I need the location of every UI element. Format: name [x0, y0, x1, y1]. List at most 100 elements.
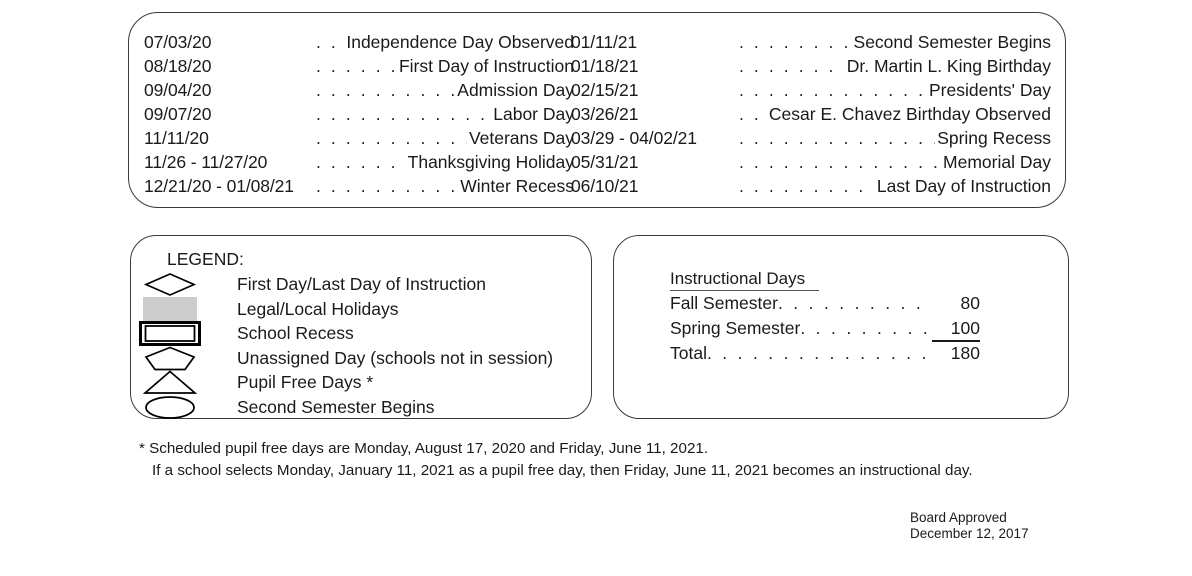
pentagon-icon — [137, 346, 209, 371]
legend-title: LEGEND: — [167, 249, 244, 269]
days-row-value: 100 — [932, 318, 980, 342]
holiday-row: 08/18/20 First Day of Instruction — [144, 56, 574, 80]
instructional-days-table: Instructional Days Fall Semester 80 Spri… — [670, 269, 980, 368]
holiday-date: 06/10/21 — [571, 176, 639, 196]
legend-item-label: First Day/Last Day of Instruction — [237, 274, 486, 294]
footnote-school-selection: If a school selects Monday, January 11, … — [152, 462, 973, 479]
dot-leader — [316, 104, 491, 125]
legend-item-legal-local-holidays: Legal/Local Holidays — [131, 296, 591, 322]
holiday-row: 06/10/21 Last Day of Instruction — [571, 176, 1051, 200]
holiday-row: 01/18/21 Dr. Martin L. King Birthday — [571, 56, 1051, 80]
days-row-value: 80 — [960, 293, 980, 313]
legend-item-label: Legal/Local Holidays — [237, 298, 399, 319]
diamond-icon — [137, 272, 209, 297]
days-row-value: 180 — [950, 343, 980, 363]
days-row-label: Total — [670, 343, 707, 363]
holiday-date: 02/15/21 — [571, 80, 639, 100]
days-row-label: Fall Semester — [670, 293, 778, 313]
dot-leader — [739, 152, 941, 173]
footnotes: * Scheduled pupil free days are Monday, … — [139, 438, 973, 482]
legend-item-pupil-free-days: Pupil Free Days * — [131, 370, 591, 395]
holiday-date: 12/21/20 - 01/08/21 — [144, 176, 294, 196]
legend-item-label: Unassigned Day (schools not in session) — [237, 347, 554, 368]
dot-leader — [739, 80, 927, 101]
legend-item-label: Second Semester Begins — [237, 396, 435, 417]
holiday-label: Dr. Martin L. King Birthday — [846, 56, 1051, 76]
holiday-label: Veterans Day — [468, 128, 574, 148]
footnote-pupil-free-days: * Scheduled pupil free days are Monday, … — [139, 440, 709, 457]
holiday-date: 09/07/20 — [144, 104, 212, 124]
dot-leader — [316, 176, 458, 197]
days-row-label: Spring Semester — [670, 318, 801, 338]
legend-panel: LEGEND: First Day/Last Day of Instructio… — [130, 235, 592, 419]
legend-item-label: Pupil Free Days * — [237, 372, 374, 392]
dot-leader — [739, 176, 875, 197]
holiday-row: 07/03/20 Independence Day Observed — [144, 32, 574, 56]
holiday-label: Second Semester Begins — [853, 32, 1051, 52]
board-approval-block: Board Approved December 12, 2017 — [910, 510, 1029, 541]
dot-leader — [707, 343, 932, 364]
legend-item-unassigned-day: Unassigned Day (schools not in session) — [131, 346, 591, 371]
holiday-label: Winter Recess — [460, 176, 574, 196]
holiday-row: 11/26 - 11/27/20 Thanksgiving Holiday — [144, 152, 574, 176]
dot-leader — [316, 56, 397, 77]
legend-item-second-semester-begins: Second Semester Begins — [131, 395, 591, 420]
dot-leader — [739, 104, 767, 125]
dot-leader — [316, 32, 344, 53]
holiday-date: 05/31/21 — [571, 152, 639, 172]
holiday-label: First Day of Instruction — [398, 56, 574, 76]
gray-filled-rectangle-icon — [137, 296, 209, 322]
legend-item-label: School Recess — [237, 323, 354, 343]
dot-leader — [739, 32, 852, 53]
approval-date: December 12, 2017 — [910, 525, 1029, 541]
holiday-date: 11/11/20 — [144, 128, 209, 148]
holiday-row: 05/31/21 Memorial Day — [571, 152, 1051, 176]
holiday-row: 09/04/20 Admission Day — [144, 80, 574, 104]
holiday-label: Admission Day — [457, 80, 574, 100]
instructional-days-panel: Instructional Days Fall Semester 80 Spri… — [613, 235, 1069, 419]
holiday-date: 09/04/20 — [144, 80, 212, 100]
holiday-row: 09/07/20 Labor Day — [144, 104, 574, 128]
holiday-label: Independence Day Observed — [346, 32, 574, 52]
dot-leader — [316, 128, 467, 149]
instructional-days-row-fall: Fall Semester 80 — [670, 293, 980, 318]
instructional-days-row-total: Total 180 — [670, 343, 980, 368]
holiday-label: Spring Recess — [937, 128, 1051, 148]
holiday-date: 01/18/21 — [571, 56, 639, 76]
holiday-row: 02/15/21 Presidents' Day — [571, 80, 1051, 104]
approval-title: Board Approved — [910, 510, 1007, 525]
instructional-days-heading: Instructional Days — [670, 269, 820, 291]
holiday-row: 12/21/20 - 01/08/21 Winter Recess — [144, 176, 574, 200]
dot-leader — [800, 318, 932, 339]
legend-item-school-recess: School Recess — [131, 321, 591, 346]
legend-item-first-last-day: First Day/Last Day of Instruction — [131, 272, 591, 297]
holiday-date: 01/11/21 — [571, 32, 638, 52]
double-border-rectangle-icon — [137, 321, 209, 346]
holiday-date: 08/18/20 — [144, 56, 212, 76]
holiday-row: 03/29 - 04/02/21 Spring Recess — [571, 128, 1051, 152]
holiday-label: Labor Day — [493, 104, 574, 124]
dot-leader — [316, 152, 406, 173]
holiday-row: 01/11/21 Second Semester Begins — [571, 32, 1051, 56]
holiday-date: 11/26 - 11/27/20 — [144, 152, 268, 172]
instructional-days-row-spring: Spring Semester 100 — [670, 318, 980, 343]
holiday-list-right-column: 01/11/21 Second Semester Begins 01/18/21… — [571, 32, 1051, 200]
dot-leader — [778, 293, 932, 314]
ellipse-icon — [137, 395, 209, 420]
holiday-label: Last Day of Instruction — [876, 176, 1051, 196]
legend-item-list: First Day/Last Day of Instruction Legal/… — [131, 272, 591, 419]
holiday-label: Memorial Day — [943, 152, 1051, 172]
holiday-dates-panel: 07/03/20 Independence Day Observed 08/18… — [128, 12, 1066, 208]
dot-leader — [739, 128, 935, 149]
holiday-date: 07/03/20 — [144, 32, 212, 52]
holiday-date: 03/26/21 — [571, 104, 639, 124]
holiday-date: 03/29 - 04/02/21 — [571, 128, 697, 148]
holiday-list-left-column: 07/03/20 Independence Day Observed 08/18… — [144, 32, 574, 200]
holiday-label: Presidents' Day — [928, 80, 1051, 100]
dot-leader — [316, 80, 455, 101]
holiday-row: 03/26/21 Cesar E. Chavez Birthday Observ… — [571, 104, 1051, 128]
holiday-label: Cesar E. Chavez Birthday Observed — [768, 104, 1051, 124]
holiday-label: Thanksgiving Holiday — [407, 152, 574, 172]
dot-leader — [739, 56, 845, 77]
holiday-row: 11/11/20 Veterans Day — [144, 128, 574, 152]
